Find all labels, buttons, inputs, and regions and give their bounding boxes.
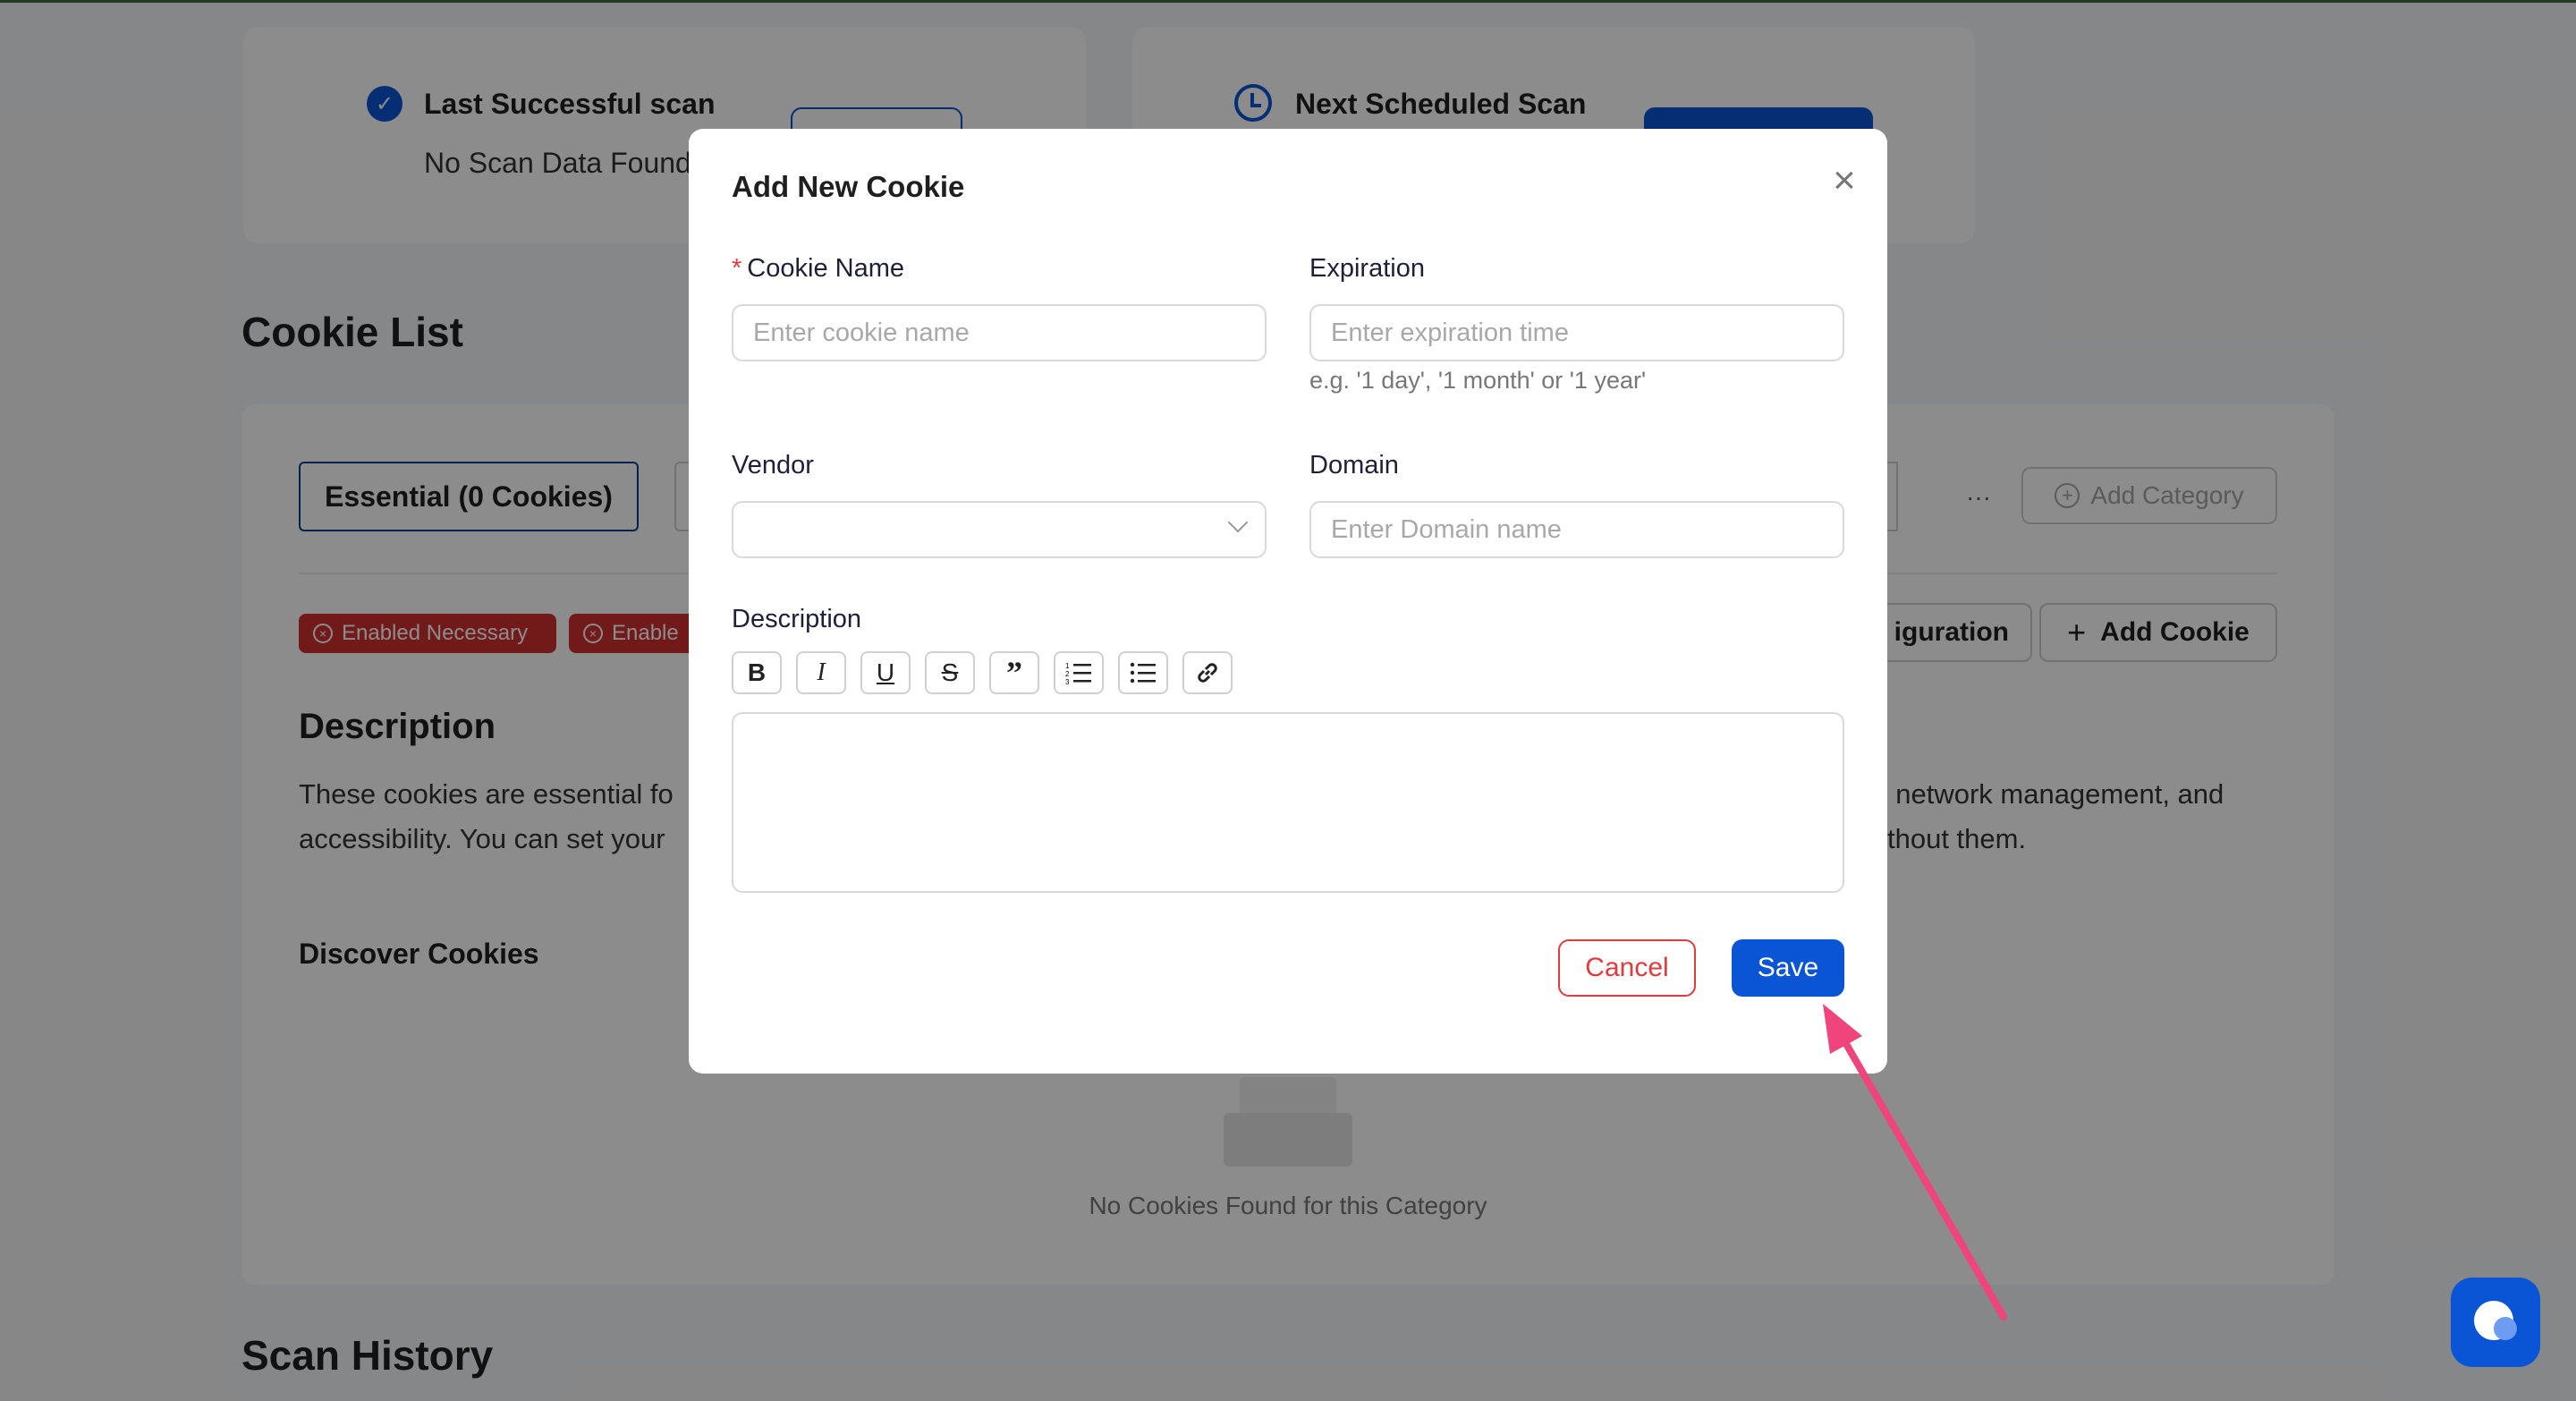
modal-title: Add New Cookie [732,170,965,203]
cookie-name-input[interactable] [732,304,1267,361]
cookie-name-label: * Cookie Name [732,254,904,284]
expiration-label: Expiration [1309,254,1425,283]
quote-icon[interactable]: ” [989,651,1039,694]
domain-input[interactable] [1309,501,1844,558]
vendor-select[interactable] [732,501,1267,558]
bold-icon[interactable]: B [732,651,782,694]
bullet-list-icon[interactable] [1118,651,1168,694]
cancel-button[interactable]: Cancel [1558,939,1696,997]
description-editor[interactable] [732,712,1844,893]
annotation-arrow [1823,1004,2007,1320]
svg-text:3: 3 [1065,678,1070,685]
svg-text:2: 2 [1065,670,1070,678]
expiration-hint: e.g. '1 day', '1 month' or '1 year' [1309,367,1647,394]
vendor-label: Vendor [732,451,814,480]
expiration-input[interactable] [1309,304,1844,361]
underline-icon[interactable]: U [860,651,911,694]
italic-icon[interactable]: I [796,651,846,694]
ordered-list-icon[interactable]: 123 [1054,651,1104,694]
save-button[interactable]: Save [1732,939,1844,997]
description-label: Description [732,605,862,633]
close-icon[interactable]: × [1823,158,1866,202]
strikethrough-icon[interactable]: S [925,651,975,694]
link-icon[interactable] [1182,651,1233,694]
svg-text:1: 1 [1065,662,1070,670]
cookie-name-label-text: Cookie Name [747,254,904,283]
domain-label: Domain [1309,451,1399,480]
chevron-down-icon [1227,512,1249,533]
chat-widget-button[interactable] [2451,1278,2540,1367]
add-cookie-modal: Add New Cookie × *Cookie Name Expiration… [689,129,1887,1074]
chat-icon-bubble [2494,1317,2517,1340]
required-mark: * [732,254,742,283]
